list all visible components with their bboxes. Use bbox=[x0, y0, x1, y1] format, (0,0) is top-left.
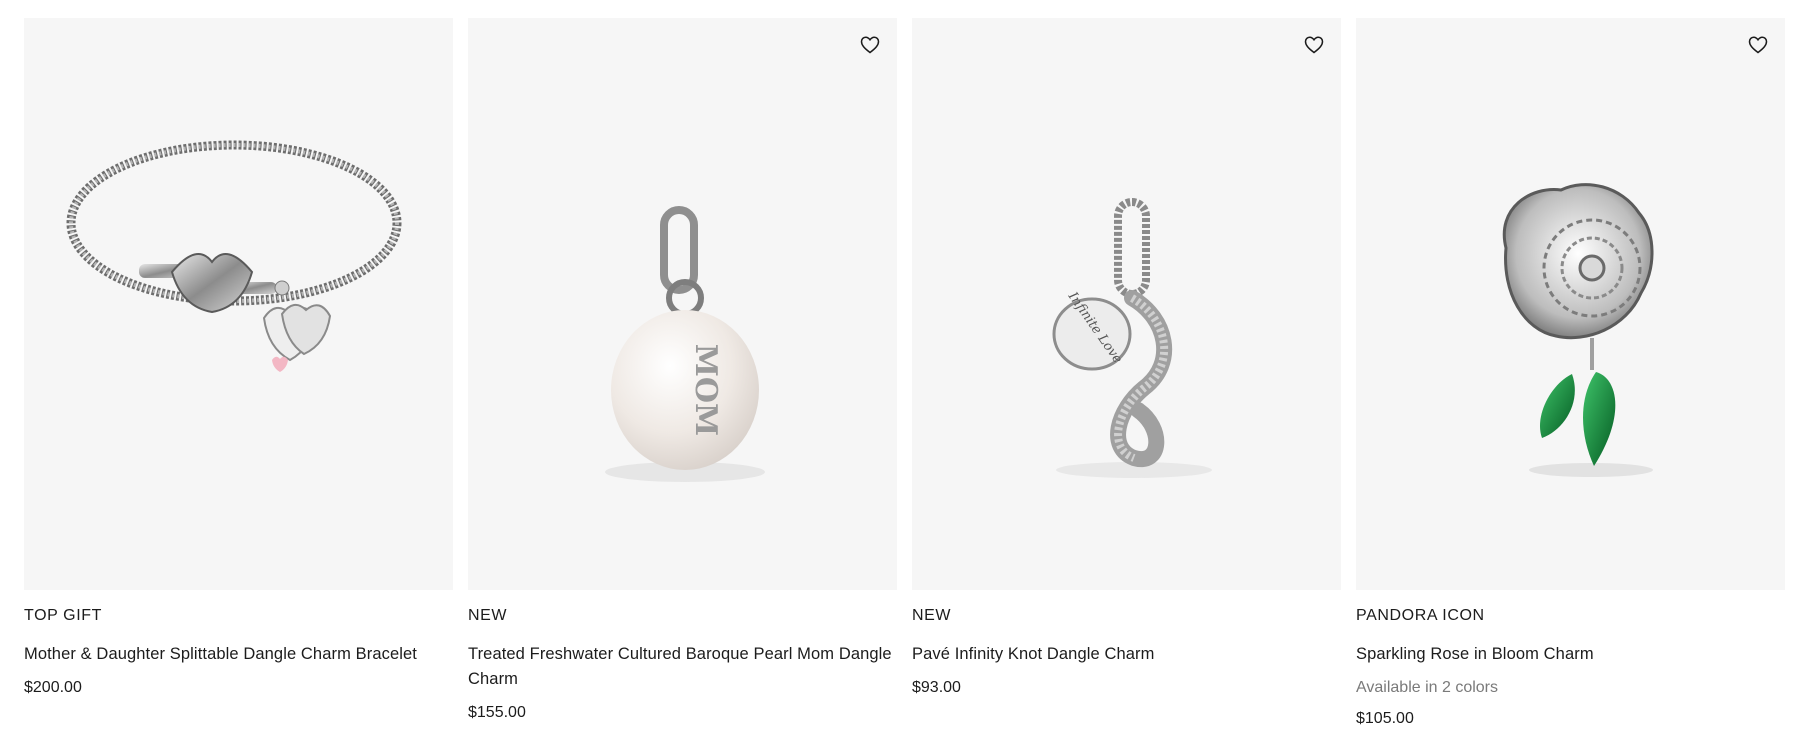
product-card[interactable]: MOM NEW Treated Freshwater Cultured Baro… bbox=[468, 18, 897, 729]
product-grid: TOP GIFT Mother & Daughter Splittable Da… bbox=[24, 18, 1785, 729]
pearl-engraving: MOM bbox=[688, 344, 723, 437]
product-image[interactable] bbox=[1356, 18, 1785, 590]
product-title[interactable]: Sparkling Rose in Bloom Charm bbox=[1356, 642, 1785, 667]
product-price: $200.00 bbox=[24, 679, 82, 696]
product-card[interactable]: TOP GIFT Mother & Daughter Splittable Da… bbox=[24, 18, 453, 729]
product-tag: NEW bbox=[468, 607, 508, 624]
product-card[interactable]: PANDORA ICON Sparkling Rose in Bloom Cha… bbox=[1356, 18, 1785, 729]
product-price: $155.00 bbox=[468, 704, 526, 721]
product-card[interactable]: Infinite Love NEW Pavé Infinity Knot Dan… bbox=[912, 18, 1341, 729]
bracelet-image bbox=[66, 140, 402, 372]
product-image[interactable]: Infinite Love bbox=[912, 18, 1341, 590]
product-price: $93.00 bbox=[912, 679, 961, 696]
product-title[interactable]: Pavé Infinity Knot Dangle Charm bbox=[912, 642, 1341, 667]
product-title[interactable]: Mother & Daughter Splittable Dangle Char… bbox=[24, 642, 453, 667]
product-tag: TOP GIFT bbox=[24, 607, 102, 624]
product-image[interactable] bbox=[24, 18, 453, 590]
rose-charm-image bbox=[1502, 183, 1654, 477]
product-tag: PANDORA ICON bbox=[1356, 607, 1485, 624]
pearl-charm-image: MOM bbox=[605, 206, 765, 482]
product-image[interactable]: MOM bbox=[468, 18, 897, 590]
infinity-knot-charm-image: Infinite Love bbox=[1052, 198, 1212, 478]
color-availability[interactable]: Available in 2 colors bbox=[1356, 678, 1785, 698]
product-tag: NEW bbox=[912, 607, 952, 624]
product-title[interactable]: Treated Freshwater Cultured Baroque Pear… bbox=[468, 642, 897, 692]
product-price: $105.00 bbox=[1356, 710, 1414, 727]
